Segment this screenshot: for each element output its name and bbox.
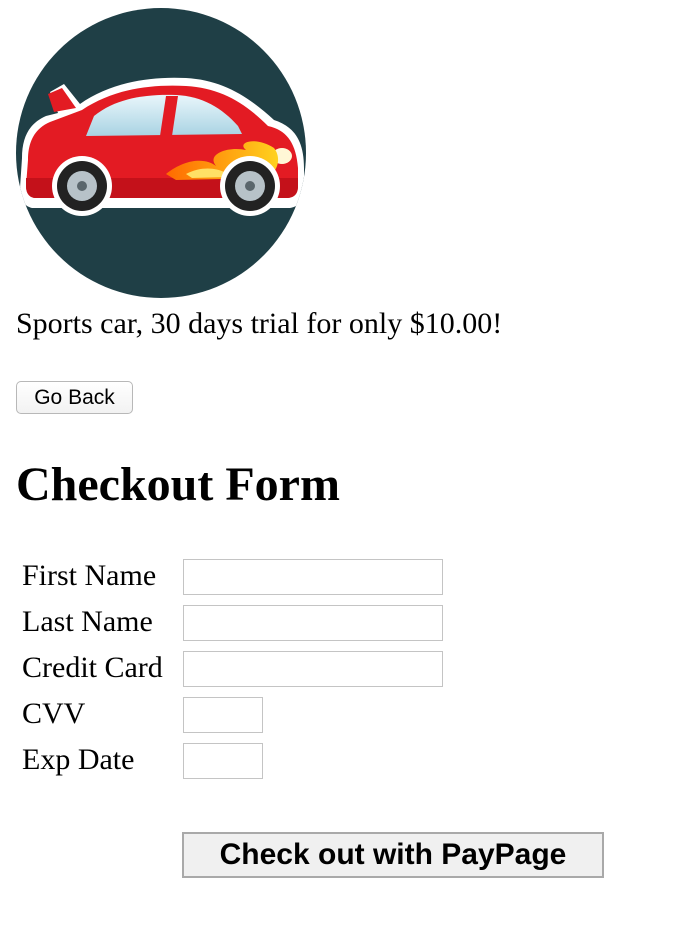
first-name-label: First Name (22, 559, 157, 592)
cvv-input[interactable] (183, 697, 263, 733)
first-name-input[interactable] (183, 559, 443, 595)
credit-card-input[interactable] (183, 651, 443, 687)
product-description: Sports car, 30 days trial for only $10.0… (16, 307, 503, 340)
page-title: Checkout Form (16, 458, 340, 511)
exp-date-input[interactable] (183, 743, 263, 779)
exp-date-label: Exp Date (22, 743, 135, 776)
credit-card-label: Credit Card (22, 651, 163, 684)
last-name-input[interactable] (183, 605, 443, 641)
go-back-button[interactable]: Go Back (16, 381, 133, 414)
sports-car-icon (16, 8, 306, 298)
checkout-paypage-button[interactable]: Check out with PayPage (182, 832, 604, 878)
cvv-label: CVV (22, 697, 86, 730)
last-name-label: Last Name (22, 605, 153, 638)
